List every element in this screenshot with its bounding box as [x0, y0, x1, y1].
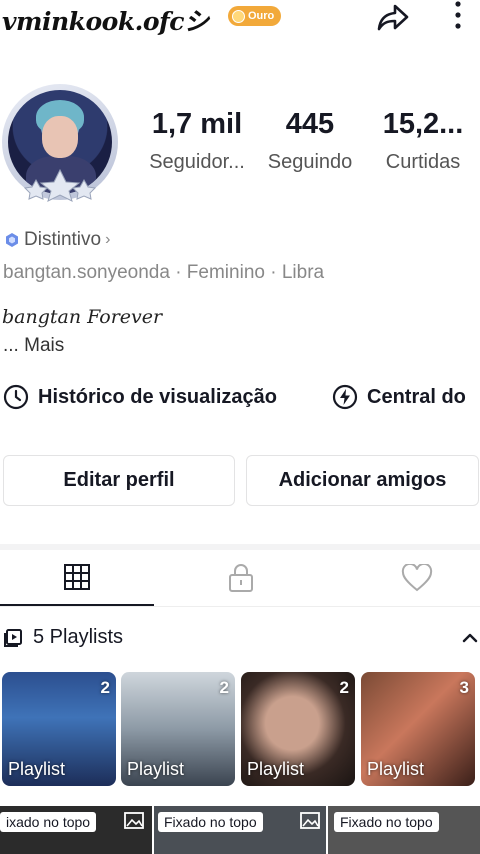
tab-liked[interactable]	[340, 550, 480, 606]
level-badge-label: Ouro	[248, 10, 275, 22]
profile-tabs	[0, 550, 480, 607]
pinned-tag: ixado no topo	[0, 812, 97, 832]
share-arrow-icon[interactable]	[376, 2, 410, 32]
pinned-video[interactable]: ixado no topo	[0, 806, 152, 854]
heart-icon	[401, 564, 433, 592]
image-icon	[300, 812, 320, 829]
add-friends-button[interactable]: Adicionar amigos	[246, 455, 479, 506]
creator-center-label: Central do	[367, 385, 466, 408]
pinned-tag: Fixado no topo	[334, 812, 439, 832]
creator-center-link[interactable]: Central do	[332, 384, 466, 410]
bio-more-link[interactable]: ... Mais	[3, 335, 64, 357]
playlist-icon	[4, 628, 22, 647]
followers-count: 1,7 mil	[151, 108, 243, 140]
hexagon-badge-icon	[6, 233, 18, 247]
more-vertical-icon[interactable]	[446, 0, 470, 32]
coin-icon	[232, 9, 245, 23]
image-icon	[124, 812, 144, 829]
playlist-card[interactable]: 2 Playlist	[241, 672, 355, 786]
playlist-label: Playlist	[247, 759, 305, 779]
following-count: 445	[285, 108, 335, 140]
tab-private[interactable]	[164, 550, 318, 606]
pinned-video[interactable]: Fixado no topo	[328, 806, 480, 854]
chevron-right-icon: ›	[105, 231, 111, 248]
playlist-label: Playlist	[127, 759, 185, 779]
chevron-up-icon[interactable]	[460, 626, 480, 650]
top-header: vminkook.ofcシ Ouro	[0, 0, 480, 40]
playlist-label: Playlist	[8, 759, 66, 779]
followers-label: Seguidor...	[149, 151, 245, 173]
bolt-circle-icon	[332, 384, 358, 410]
level-badge[interactable]: Ouro	[228, 6, 282, 26]
playlist-video-count: 2	[339, 678, 349, 697]
watch-history-label: Histórico de visualização	[38, 385, 277, 408]
pinned-tag: Fixado no topo	[158, 812, 263, 832]
playlist-label: Playlist	[367, 759, 425, 779]
playlist-card[interactable]: 2 Playlist	[121, 672, 235, 786]
playlists-count-label: 5 Playlists	[33, 626, 124, 648]
edit-profile-button[interactable]: Editar perfil	[3, 455, 235, 506]
stat-followers[interactable]: 1,7 mil Seguidor...	[138, 108, 256, 174]
playlists-header[interactable]: 5 Playlists	[3, 626, 123, 649]
distintivo-label: Distintivo	[24, 229, 102, 250]
grid-icon	[64, 564, 90, 590]
stat-likes[interactable]: 15,2... Curtidas	[366, 108, 480, 174]
profile-bio: bangtan Forever	[2, 306, 163, 328]
playlist-video-count: 2	[219, 678, 229, 697]
playlist-card[interactable]: 2 Playlist	[2, 672, 116, 786]
playlist-card[interactable]: 3 Playlist	[361, 672, 475, 786]
playlist-video-count: 3	[459, 678, 469, 697]
playlist-video-count: 2	[100, 678, 110, 697]
username: vminkook.ofcシ	[2, 7, 209, 36]
likes-count: 15,2...	[382, 108, 464, 140]
following-label: Seguindo	[267, 151, 353, 173]
pinned-video[interactable]: Fixado no topo	[154, 806, 326, 854]
profile-meta: bangtan.sonyeonda · Feminino · Libra	[3, 262, 325, 283]
distintivo-link[interactable]: Distintivo ›	[4, 229, 110, 251]
likes-label: Curtidas	[385, 151, 461, 173]
tab-videos[interactable]	[0, 550, 154, 606]
watch-history-link[interactable]: Histórico de visualização	[3, 384, 277, 410]
lock-icon	[229, 564, 253, 592]
avatar-frame-stars-icon	[23, 168, 97, 202]
stat-following[interactable]: 445 Seguindo	[258, 108, 362, 174]
clock-icon	[3, 384, 29, 410]
